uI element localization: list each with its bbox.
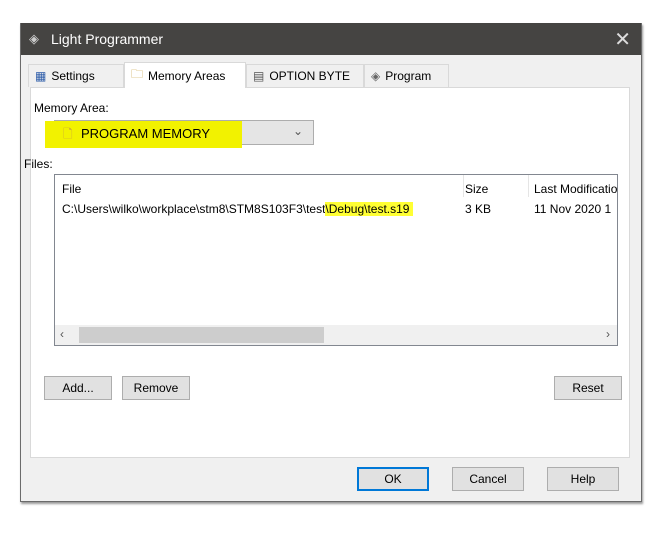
column-header-size[interactable]: Size — [465, 182, 488, 196]
file-path-highlight: \Debug\test.s19 — [325, 202, 414, 216]
tab-option-byte[interactable]: ▤ OPTION BYTE — [246, 64, 364, 87]
column-header-file[interactable]: File — [62, 182, 81, 196]
chip-icon: ◈ — [29, 31, 39, 46]
tab-label: Settings — [51, 69, 95, 83]
scroll-left-icon[interactable]: ‹ — [60, 327, 64, 341]
tab-label: Memory Areas — [148, 68, 226, 83]
chevron-down-icon: ⌄ — [292, 124, 303, 138]
add-button[interactable]: Add... — [44, 376, 112, 400]
file-size: 3 KB — [465, 202, 492, 216]
tab-label: Program — [385, 69, 432, 83]
chip-icon: ◈ — [371, 69, 381, 83]
column-header-modified[interactable]: Last Modificatio — [534, 182, 617, 196]
tab-label: OPTION BYTE — [269, 69, 351, 83]
ok-button[interactable]: OK — [357, 467, 429, 491]
option-byte-icon: ▤ — [253, 69, 265, 83]
window-title: Light Programmer — [51, 31, 164, 47]
tab-settings[interactable]: ▦ Settings — [28, 64, 124, 87]
horizontal-scrollbar[interactable]: ‹ › — [55, 325, 617, 345]
memory-area-select[interactable]: 🗋 PROGRAM MEMORY ⌄ — [45, 120, 314, 148]
dialog-window: ◈ Light Programmer ✕ ▦ Settings 🗀 Memory A… — [20, 23, 642, 502]
file-icon: 🗋 — [63, 127, 73, 141]
column-divider — [528, 175, 529, 197]
tab-program[interactable]: ◈ Program — [364, 64, 449, 87]
file-path-prefix: C:\Users\wilko\workplace\stm8\STM8S103F3… — [62, 202, 326, 216]
tab-memory-areas[interactable]: 🗀 Memory Areas — [124, 62, 246, 88]
file-modified: 11 Nov 2020 1 — [534, 202, 612, 216]
memory-area-value: PROGRAM MEMORY — [81, 126, 211, 141]
help-button[interactable]: Help — [547, 467, 619, 491]
scroll-right-icon[interactable]: › — [606, 327, 610, 341]
memory-areas-panel: Memory Area: 🗋 PROGRAM MEMORY ⌄ Files: F… — [24, 87, 630, 458]
cancel-button[interactable]: Cancel — [452, 467, 524, 491]
table-row[interactable]: C:\Users\wilko\workplace\stm8\STM8S103F3… — [55, 200, 617, 218]
reset-button[interactable]: Reset — [554, 376, 622, 400]
memory-area-label: Memory Area: — [34, 101, 109, 115]
settings-icon: ▦ — [35, 69, 47, 83]
remove-button[interactable]: Remove — [122, 376, 190, 400]
files-label: Files: — [24, 157, 53, 171]
memory-areas-icon: 🗀 — [131, 67, 144, 81]
column-divider — [463, 175, 464, 197]
files-list[interactable]: File Size Last Modificatio C:\Users\wilk… — [54, 174, 618, 346]
file-path: C:\Users\wilko\workplace\stm8\STM8S103F3… — [62, 202, 414, 216]
title-bar[interactable]: ◈ Light Programmer ✕ — [21, 23, 641, 55]
close-icon[interactable]: ✕ — [614, 27, 631, 52]
scrollbar-thumb[interactable] — [79, 327, 324, 343]
